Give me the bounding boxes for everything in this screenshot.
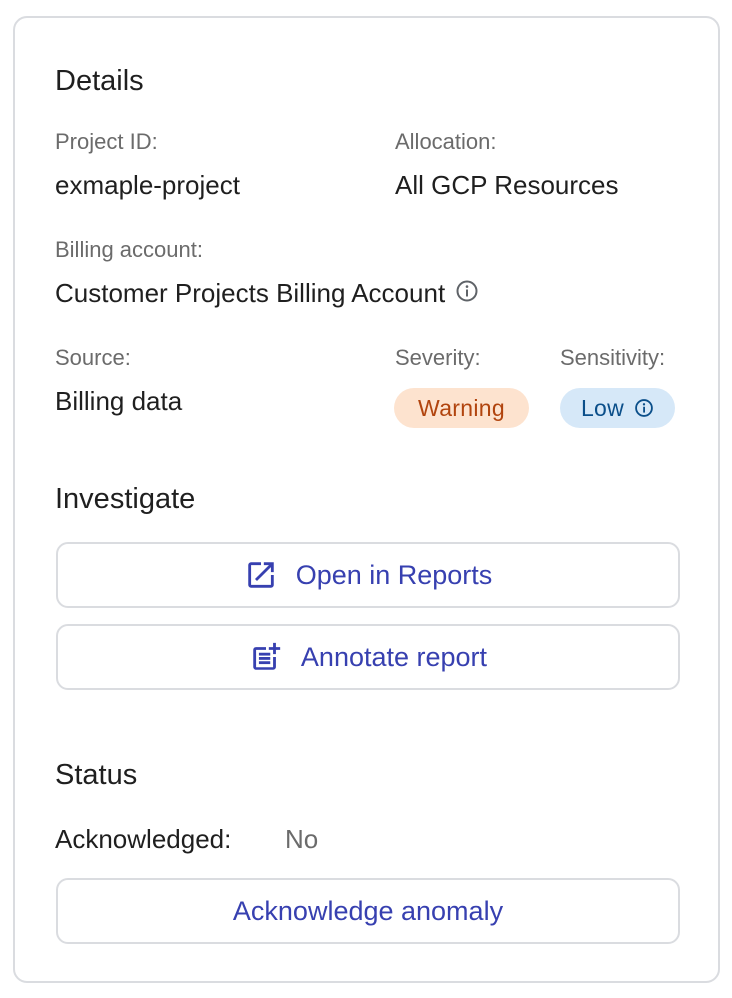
sensitivity-label: Sensitivity: (560, 345, 666, 370)
annotate-report-button[interactable]: Annotate report (56, 624, 680, 690)
sensitivity-badge-text: Low (580, 394, 625, 421)
billing-account-row: Customer Projects Billing Account (55, 278, 479, 309)
allocation-label: Allocation: (395, 129, 497, 154)
acknowledged-value: No (285, 824, 319, 854)
details-panel: Details Project ID: exmaple-project Allo… (13, 16, 720, 983)
open-in-reports-label: Open in Reports (295, 559, 493, 590)
open-in-new-icon (244, 558, 278, 592)
acknowledge-anomaly-label: Acknowledge anomaly (232, 895, 504, 926)
investigate-heading: Investigate (55, 483, 196, 515)
project-id-value: exmaple-project (55, 170, 240, 200)
billing-account-value: Customer Projects Billing Account (55, 278, 446, 308)
details-heading: Details (55, 65, 144, 97)
allocation-value: All GCP Resources (395, 170, 619, 200)
acknowledge-anomaly-button[interactable]: Acknowledge anomaly (56, 878, 680, 944)
info-icon[interactable] (634, 398, 654, 418)
open-in-reports-button[interactable]: Open in Reports (56, 542, 680, 608)
severity-badge-text: Warning (418, 394, 505, 421)
severity-label: Severity: (395, 345, 481, 370)
billing-account-label: Billing account: (55, 237, 203, 262)
status-heading: Status (55, 759, 138, 791)
annotate-report-label: Annotate report (300, 641, 488, 672)
project-id-label: Project ID: (55, 129, 158, 154)
severity-badge: Warning (394, 388, 529, 428)
source-label: Source: (55, 345, 131, 370)
sensitivity-badge: Low (560, 388, 675, 428)
info-icon[interactable] (455, 279, 479, 308)
source-value: Billing data (55, 386, 183, 416)
post-add-icon (249, 640, 283, 674)
acknowledged-label: Acknowledged: (55, 824, 232, 854)
